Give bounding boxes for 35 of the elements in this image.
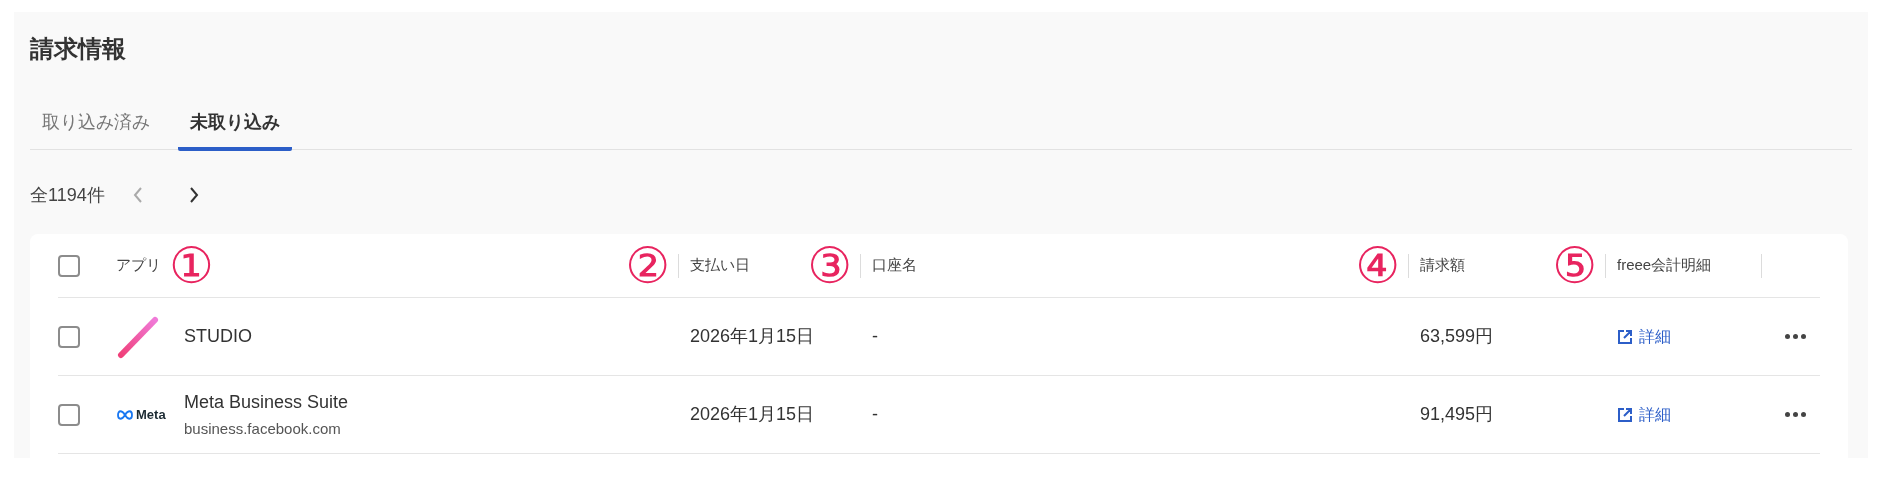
- column-header: 口座名: [872, 255, 917, 276]
- account-name: -: [872, 404, 878, 424]
- annotation-marker: ③: [807, 240, 852, 291]
- column-header: アプリ: [116, 255, 161, 276]
- chevron-right-icon: [187, 186, 200, 204]
- column-header: 請求額: [1420, 255, 1465, 276]
- page-title: 請求情報: [30, 36, 127, 62]
- checkbox[interactable]: [58, 254, 80, 277]
- tab[interactable]: 取り込み済み: [30, 98, 162, 151]
- checkbox[interactable]: [58, 325, 80, 348]
- external-link-icon: [1617, 406, 1633, 423]
- payment-date: 2026年1月15日: [690, 326, 815, 346]
- amount: 63,599円: [1420, 326, 1494, 346]
- infinity-icon: [116, 409, 134, 420]
- amount: 91,495円: [1420, 404, 1494, 424]
- column-header: freee会計明細: [1617, 255, 1712, 276]
- payment-date: 2026年1月15日: [690, 404, 815, 424]
- annotation-marker: ②: [625, 240, 670, 291]
- chevron-left-icon: [131, 186, 144, 204]
- total-count: 全1194件: [30, 183, 105, 207]
- detail-link[interactable]: 詳細: [1617, 324, 1761, 349]
- app-name: STUDIO: [184, 325, 252, 348]
- diagonal-stroke-logo: [116, 314, 160, 359]
- app-domain: business.facebook.com: [184, 418, 342, 439]
- app-name: Meta Business Suite: [184, 390, 349, 414]
- account-name: -: [872, 326, 878, 346]
- tab[interactable]: 未取り込み: [178, 98, 292, 151]
- annotation-marker: ①: [169, 240, 214, 291]
- annotation-marker: ⑤: [1552, 240, 1597, 291]
- logo-text: Meta: [136, 405, 166, 424]
- annotation-marker: ④: [1355, 240, 1400, 291]
- column-header: 支払い日: [690, 255, 750, 276]
- detail-link[interactable]: 詳細: [1617, 402, 1761, 427]
- external-link-icon: [1617, 328, 1633, 345]
- checkbox[interactable]: [58, 403, 80, 426]
